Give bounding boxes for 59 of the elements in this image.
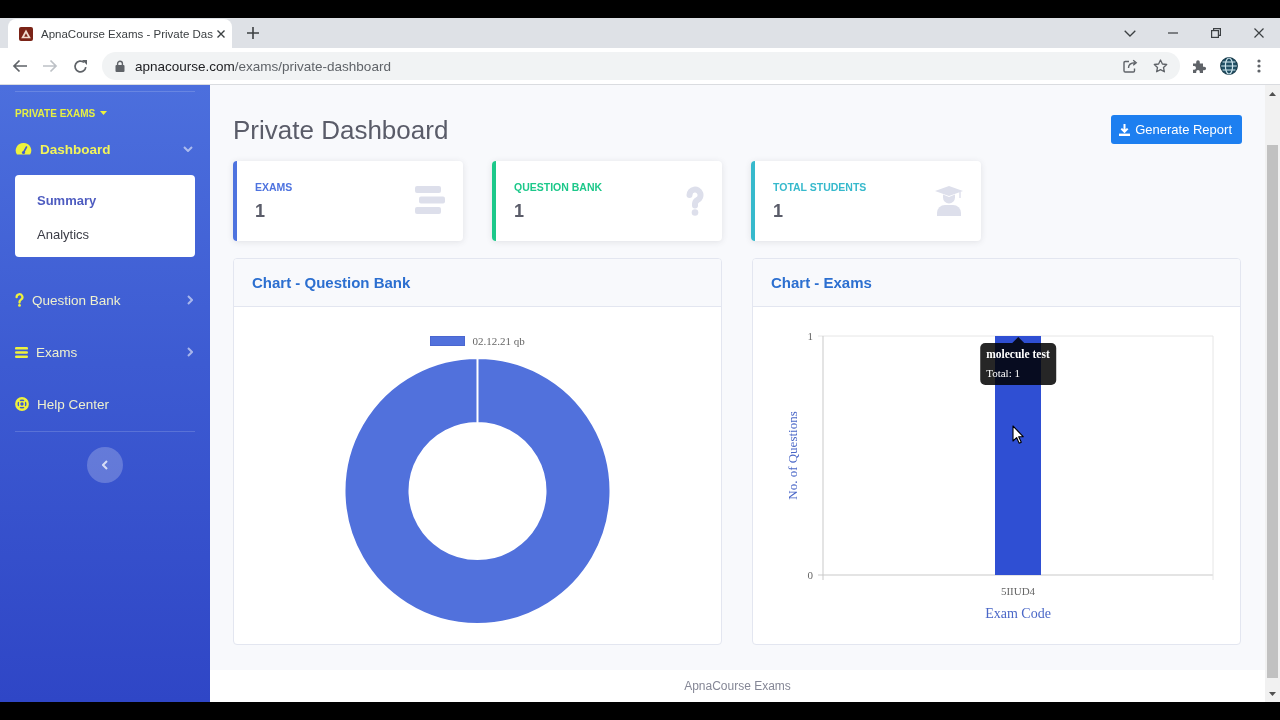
axis-tick-label: 1 [807,330,813,342]
chevron-left-icon [102,460,108,470]
nav-link[interactable]: Help Center [15,378,195,430]
stat-label: QUESTION BANK [514,180,603,194]
nav-link[interactable]: Exams [15,326,195,378]
page-title: Private Dashboard [233,115,449,145]
stat-value: 1 [773,200,783,222]
mouse-cursor-icon [1012,425,1024,444]
legend-swatch-icon [430,336,466,346]
chevron-down-icon[interactable] [1123,29,1136,37]
browser-tab[interactable]: ApnaCourse Exams - Private Das [8,19,232,48]
submenu-link[interactable]: Analytics [15,217,195,251]
restore-icon[interactable] [1210,28,1221,38]
star-icon[interactable] [1152,59,1168,73]
download-icon [1119,123,1131,136]
nav-link[interactable]: Question Bank [15,274,195,326]
footer-text: ApnaCourse Exams [684,679,791,693]
globe-icon[interactable] [1220,57,1238,75]
gauge-icon [15,141,32,157]
tooltip-title: molecule test [986,348,1050,361]
list-icon [415,186,445,214]
stat-value: 1 [514,200,524,222]
axis-title: Exam Code [985,606,1051,621]
app-logo-icon [19,26,33,41]
section-dropdown[interactable]: PRIVATE EXAMS [15,107,108,119]
caret-icon [100,111,108,115]
submenu-link[interactable]: Summary [15,183,195,217]
axis-tick-label: 0 [807,569,813,581]
more-options-icon[interactable] [1257,59,1261,73]
nav-link[interactable]: Dashboard [15,123,195,175]
question-mark-icon [15,293,24,307]
plus-icon[interactable] [247,27,259,39]
axis-tick-label: 5IIUD4 [1000,585,1036,597]
chart-title: Chart - Question Bank [252,274,411,291]
legend-label: 02.12.21 qb [472,335,525,347]
axis-title: No. of Questions [785,411,800,500]
scroll-down-icon[interactable] [1269,691,1276,696]
puzzle-icon[interactable] [1191,58,1207,74]
generate-report-button[interactable]: Generate Report [1111,115,1242,144]
minimize-icon[interactable] [1167,32,1178,34]
share-icon[interactable] [1122,59,1138,73]
question-mark-icon [686,186,704,216]
stat-label: EXAMS [255,180,293,194]
reload-icon[interactable] [72,58,88,74]
scroll-up-icon[interactable] [1269,91,1276,96]
chart-title: Chart - Exams [771,274,872,291]
stat-value: 1 [255,200,265,222]
close-icon[interactable] [1253,28,1264,38]
close-icon[interactable] [217,29,225,38]
url-text: apnacourse.com/exams/private-dashboard [135,58,391,74]
stat-label: TOTAL STUDENTS [773,180,867,194]
graduate-icon [935,186,963,216]
address-bar[interactable]: apnacourse.com/exams/private-dashboard [102,52,1180,80]
back-arrow-icon[interactable] [12,59,28,73]
list-icon [15,346,28,358]
tooltip-text: Total: 1 [986,367,1021,380]
lock-icon[interactable] [115,60,125,72]
life-ring-icon [15,397,29,411]
scrollbar-thumb[interactable] [1267,145,1278,678]
